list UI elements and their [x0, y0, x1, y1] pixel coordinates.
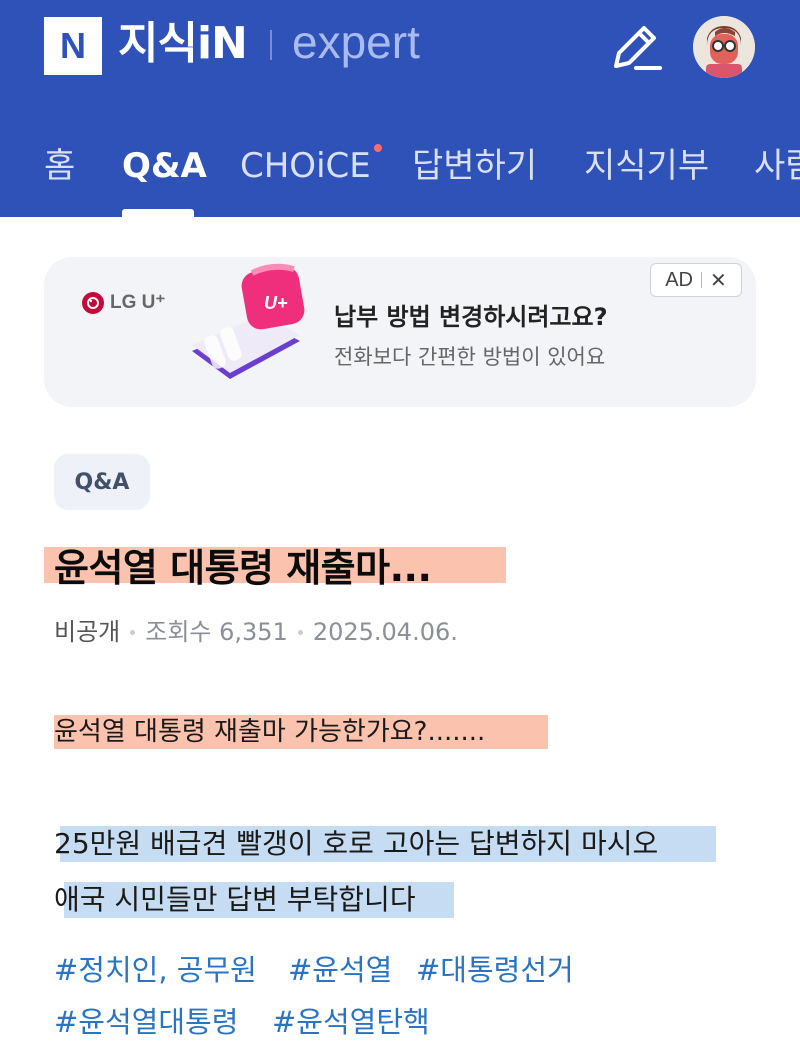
category-chip[interactable]: Q&A — [54, 454, 150, 510]
ad-banner[interactable]: LG U⁺ U+ 납부 방법 변경하시려고요? 전화보다 간편한 방법이 있어요… — [44, 257, 756, 407]
ad-subtitle: 전화보다 간편한 방법이 있어요 — [334, 345, 606, 369]
ad-badge-divider — [701, 272, 703, 288]
naver-logo[interactable]: N — [44, 17, 102, 75]
ad-badge[interactable]: AD ✕ — [650, 263, 742, 297]
active-tab-indicator — [122, 209, 194, 217]
meta-separator — [130, 629, 136, 635]
new-badge-dot — [374, 144, 382, 152]
tab-choice[interactable]: CHOiCE — [240, 144, 371, 188]
logo-letter: N — [60, 25, 86, 66]
author-name: 비공개 — [54, 618, 121, 646]
close-icon[interactable]: ✕ — [710, 268, 727, 293]
pencil-icon[interactable] — [608, 22, 664, 72]
tab-home[interactable]: 홈 — [44, 144, 75, 188]
hashtag-link[interactable]: #윤석열탄핵 — [272, 1000, 430, 1044]
view-count: 조회수 6,351 — [145, 618, 288, 646]
post-title: 윤석열 대통령 재출마... — [54, 546, 432, 590]
hashtag-link[interactable]: #윤석열대통령 — [54, 1000, 238, 1044]
brand-divider — [270, 30, 272, 60]
hashtag-link[interactable]: #정치인, 공무원 — [54, 948, 257, 992]
ad-brand-logo: LG U⁺ — [82, 291, 165, 314]
tab-answer[interactable]: 답변하기 — [412, 144, 537, 188]
ad-brand-name: LG U⁺ — [110, 292, 166, 313]
post-date: 2025.04.06. — [312, 618, 458, 646]
tab-people[interactable]: 사람 — [754, 144, 800, 188]
tab-donation[interactable]: 지식기부 — [584, 144, 709, 188]
ad-label: AD — [665, 268, 694, 291]
body-text-line: 25만원 배급견 빨갱이 호로 고아는 답변하지 마시오 — [54, 827, 659, 860]
avatar-image — [693, 16, 755, 78]
hashtag-link[interactable]: #대통령선거 — [416, 948, 574, 992]
svg-text:U+: U+ — [264, 293, 288, 313]
brand-title[interactable]: 지식iN — [118, 14, 248, 74]
expert-link[interactable]: expert — [292, 12, 420, 72]
nav-tabs: 홈 Q&A CHOiCE 답변하기 지식기부 사람 — [0, 130, 800, 217]
body-text-line: 애국 시민들만 답변 부탁합니다 — [54, 883, 416, 916]
meta-separator — [297, 629, 303, 635]
hashtag-link[interactable]: #윤석열 — [288, 948, 392, 992]
ad-illustration: U+ — [192, 263, 305, 379]
ad-title: 납부 방법 변경하시려고요? — [334, 303, 608, 331]
app-header: N 지식iN expert 홈 Q&A CHOiCE 답변하기 지식기부 사람 — [0, 0, 800, 217]
tab-qa[interactable]: Q&A — [122, 144, 207, 188]
question-text: 윤석열 대통령 재출마 가능한가요?....... — [54, 717, 486, 747]
user-avatar[interactable] — [693, 16, 755, 78]
post-meta: 비공개 조회수 6,351 2025.04.06. — [54, 614, 458, 650]
lg-logo-icon — [82, 291, 104, 314]
